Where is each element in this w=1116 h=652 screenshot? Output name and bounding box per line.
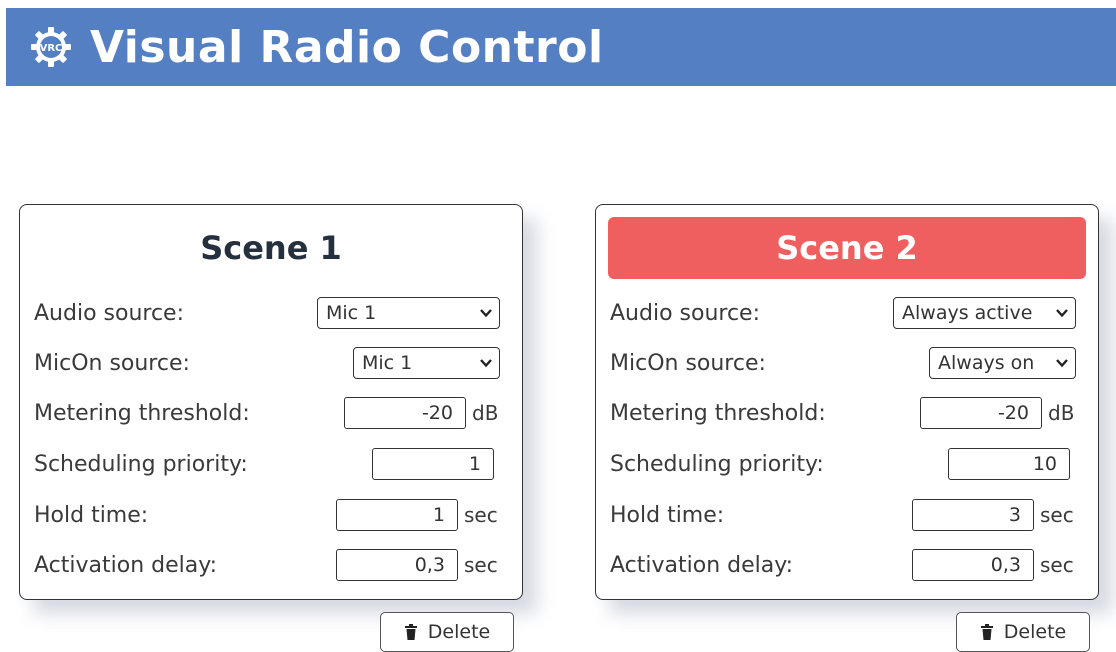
scheduling-priority-input[interactable]: 1 (372, 448, 494, 480)
scene-title[interactable]: Scene 1 (32, 217, 510, 279)
hold-time-input[interactable]: 3 (912, 499, 1034, 531)
scene-card-2: Scene 2 Audio source: Always active MicO… (595, 204, 1099, 600)
app-header: VRC Visual Radio Control (6, 8, 1116, 86)
scene-title[interactable]: Scene 2 (608, 217, 1086, 279)
micon-source-select[interactable]: Always on (929, 347, 1076, 379)
chevron-down-icon (480, 309, 492, 318)
scheduling-priority-input[interactable]: 10 (948, 448, 1070, 480)
hold-time-input[interactable]: 1 (336, 499, 458, 531)
scheduling-priority-label: Scheduling priority: (610, 451, 824, 477)
audio-source-label: Audio source: (610, 300, 760, 326)
metering-threshold-input[interactable]: -20 (344, 397, 466, 429)
activation-delay-input[interactable]: 0,3 (912, 549, 1034, 581)
svg-text:VRC: VRC (40, 43, 63, 54)
hold-time-row: Hold time: 3 sec (610, 493, 1076, 537)
metering-threshold-row: Metering threshold: -20 dB (34, 391, 500, 435)
unit-label: sec (464, 553, 498, 577)
micon-source-label: MicOn source: (610, 350, 766, 376)
scheduling-priority-row: Scheduling priority: 1 (34, 442, 500, 486)
micon-source-row: MicOn source: Always on (610, 341, 1076, 385)
app-title: Visual Radio Control (90, 21, 604, 73)
unit-label: dB (1048, 401, 1075, 425)
audio-source-row: Audio source: Mic 1 (34, 291, 500, 335)
activation-delay-row: Activation delay: 0,3 sec (610, 543, 1076, 587)
metering-threshold-label: Metering threshold: (34, 400, 250, 426)
micon-source-row: MicOn source: Mic 1 (34, 341, 500, 385)
chevron-down-icon (1056, 309, 1068, 318)
hold-time-label: Hold time: (34, 502, 149, 528)
micon-source-select[interactable]: Mic 1 (353, 347, 500, 379)
metering-threshold-input[interactable]: -20 (920, 397, 1042, 429)
activation-delay-label: Activation delay: (610, 552, 794, 578)
unit-label: sec (1040, 503, 1074, 527)
scheduling-priority-label: Scheduling priority: (34, 451, 248, 477)
audio-source-select[interactable]: Mic 1 (317, 297, 500, 329)
delete-scene-2-button[interactable]: Delete (956, 612, 1090, 652)
scene-card-1: Scene 1 Audio source: Mic 1 MicOn source… (19, 204, 523, 600)
hold-time-row: Hold time: 1 sec (34, 493, 500, 537)
trash-icon (980, 624, 993, 640)
activation-delay-row: Activation delay: 0,3 sec (34, 543, 500, 587)
scheduling-priority-row: Scheduling priority: 10 (610, 442, 1076, 486)
micon-source-label: MicOn source: (34, 350, 190, 376)
hold-time-label: Hold time: (610, 502, 725, 528)
delete-scene-1-button[interactable]: Delete (380, 612, 514, 652)
audio-source-select[interactable]: Always active (893, 297, 1076, 329)
gear-icon: VRC (26, 22, 76, 72)
activation-delay-label: Activation delay: (34, 552, 218, 578)
metering-threshold-row: Metering threshold: -20 dB (610, 391, 1076, 435)
activation-delay-input[interactable]: 0,3 (336, 549, 458, 581)
unit-label: sec (1040, 553, 1074, 577)
metering-threshold-label: Metering threshold: (610, 400, 826, 426)
audio-source-row: Audio source: Always active (610, 291, 1076, 335)
audio-source-label: Audio source: (34, 300, 184, 326)
chevron-down-icon (1056, 359, 1068, 368)
trash-icon (404, 624, 417, 640)
chevron-down-icon (480, 359, 492, 368)
unit-label: dB (472, 401, 499, 425)
unit-label: sec (464, 503, 498, 527)
